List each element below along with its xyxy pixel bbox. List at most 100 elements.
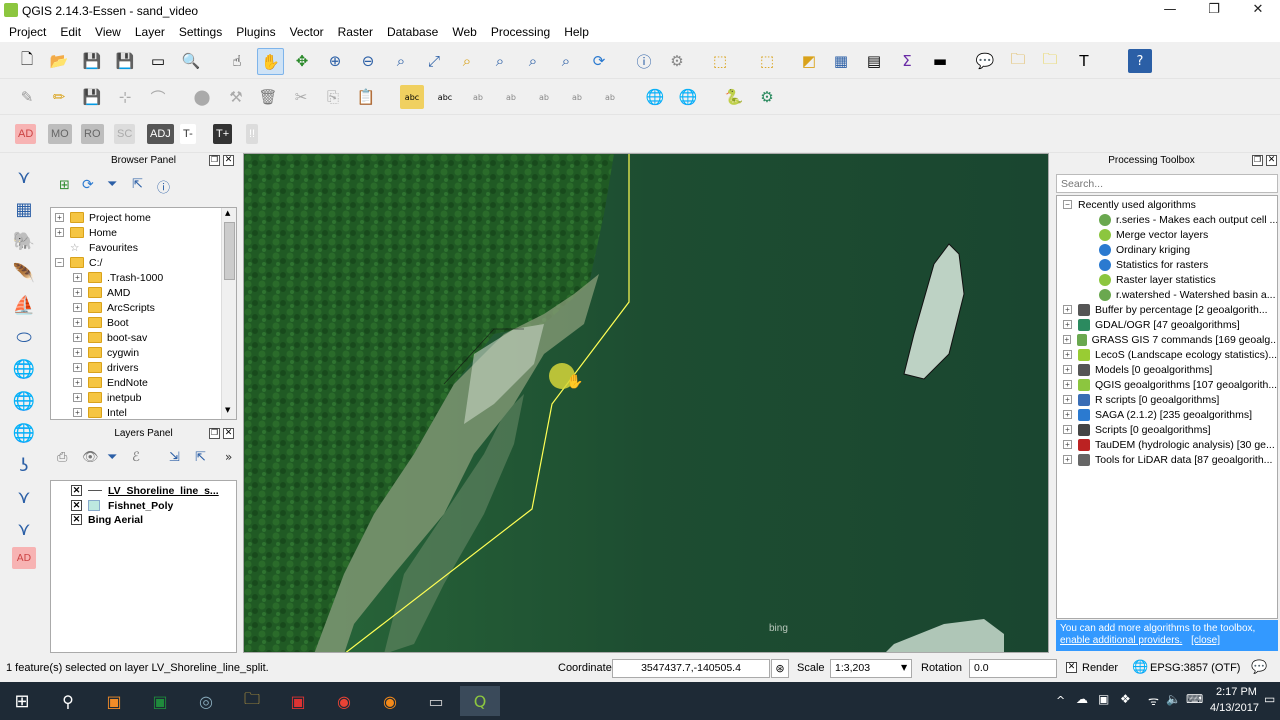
menu-edit[interactable]: Edit — [53, 22, 88, 42]
open-project-icon[interactable]: 📂 — [47, 49, 71, 73]
expand-icon[interactable]: + — [1063, 380, 1072, 389]
recent-algorithm-item[interactable]: r.series - Makes each output cell ... — [1099, 212, 1277, 227]
expand-icon[interactable]: + — [73, 273, 82, 282]
provider-group[interactable]: + R scripts [0 geoalgorithms] — [1063, 392, 1277, 407]
provider-group[interactable]: + GRASS GIS 7 commands [169 geoalg... — [1063, 332, 1277, 347]
browser-scroll-thumb[interactable] — [224, 222, 235, 280]
openlayers-plugin-icon[interactable]: 🌐 — [643, 85, 667, 109]
onedrive-icon[interactable]: ☁ — [1076, 692, 1088, 706]
provider-group[interactable]: + TauDEM (hydrologic analysis) [30 ge... — [1063, 437, 1277, 452]
paste-features-icon[interactable]: 📋 — [354, 85, 378, 109]
processing-close-icon[interactable]: ✕ — [1266, 155, 1277, 166]
start-icon[interactable]: ⊞ — [2, 686, 42, 716]
file-explorer-icon[interactable]: 🗀 — [232, 686, 272, 716]
expand-icon[interactable]: − — [55, 258, 64, 267]
coordinate-field[interactable]: 3547437.7,-140505.4 — [612, 659, 770, 678]
filter-legend-icon[interactable]: ⏷ — [107, 450, 117, 465]
arcgis-taskbar-icon[interactable]: ▣ — [94, 686, 134, 716]
provider-group[interactable]: + Tools for LiDAR data [87 geoalgorith... — [1063, 452, 1277, 467]
collapse-all-icon[interactable]: ⇱ — [132, 177, 143, 192]
menu-raster[interactable]: Raster — [331, 22, 380, 42]
dropbox-icon[interactable]: ❖ — [1120, 692, 1131, 706]
select-features-icon[interactable]: ⬚ — [708, 49, 732, 73]
expand-icon[interactable]: + — [1063, 335, 1071, 344]
highlight-labels-icon[interactable]: ab — [466, 85, 490, 109]
save-as-icon[interactable]: 💾 — [113, 49, 137, 73]
recent-algorithm-item[interactable]: Ordinary kriging — [1099, 242, 1277, 257]
expand-icon[interactable]: + — [73, 408, 82, 417]
pin-labels-icon[interactable]: abc — [433, 85, 457, 109]
new-shapefile-icon[interactable]: ⋎ — [10, 483, 38, 511]
expand-icon[interactable]: + — [1063, 320, 1072, 329]
delete-selected-icon[interactable]: 🗑 — [256, 85, 280, 109]
browser-item[interactable]: + .Trash-1000 — [73, 270, 163, 285]
browser-item[interactable]: + Home — [55, 225, 117, 240]
field-calculator-icon[interactable]: ▤ — [862, 49, 886, 73]
text-annotation-icon[interactable]: T — [1072, 49, 1096, 73]
search-icon[interactable]: ⚲ — [48, 686, 88, 716]
add-selected-layer-icon[interactable]: ⊞ — [59, 178, 70, 193]
layer-row-fishnet[interactable]: ✕ Fishnet_Poly — [71, 498, 173, 513]
expand-icon[interactable]: + — [1063, 365, 1072, 374]
layer-visibility-checkbox[interactable]: ✕ — [71, 514, 82, 525]
expand-icon[interactable]: + — [73, 363, 82, 372]
add-delimited-text-icon[interactable]: ʖ — [10, 451, 38, 479]
change-label-icon[interactable]: ab — [565, 85, 589, 109]
statistics-icon[interactable]: Σ — [895, 49, 919, 73]
wifi-icon[interactable]: ᯤ — [1148, 692, 1159, 709]
crs-globe-icon[interactable]: 🌐 — [1132, 660, 1148, 675]
layer-visibility-checkbox[interactable]: ✕ — [71, 485, 82, 496]
menu-settings[interactable]: Settings — [172, 22, 229, 42]
save-project-icon[interactable]: 💾 — [80, 49, 104, 73]
browser-item[interactable]: + AMD — [73, 285, 130, 300]
copy-features-icon[interactable]: ⎘ — [321, 85, 345, 109]
t-plus-button[interactable]: T+ — [213, 124, 233, 144]
new-project-icon[interactable]: 🗋 — [15, 49, 39, 73]
enable-providers-link[interactable]: enable additional providers. — [1060, 635, 1182, 646]
pan-map-icon[interactable]: ✋ — [257, 48, 284, 75]
map-tips-icon[interactable]: 💬 — [973, 49, 997, 73]
recent-algorithms-group[interactable]: − Recently used algorithms — [1063, 197, 1196, 212]
restore-button[interactable]: ❐ — [1192, 0, 1236, 22]
t-minus-button[interactable]: T- — [180, 124, 196, 144]
layers-close-icon[interactable]: ✕ — [223, 428, 234, 439]
save-edits-icon[interactable]: 💾 — [80, 85, 104, 109]
move-label-icon[interactable]: ab — [499, 85, 523, 109]
menu-plugins[interactable]: Plugins — [229, 22, 282, 42]
pan-to-selection-icon[interactable]: ✥ — [290, 49, 314, 73]
mo-button[interactable]: MO — [48, 124, 72, 144]
current-edits-icon[interactable]: ✎ — [15, 85, 39, 109]
menu-project[interactable]: Project — [2, 22, 53, 42]
browser-item[interactable]: ☆ Favourites — [55, 240, 138, 255]
browser-item[interactable]: + ArcScripts — [73, 300, 155, 315]
acrobat-taskbar-icon[interactable]: ▣ — [278, 686, 318, 716]
chrome-taskbar-icon[interactable]: ◉ — [324, 686, 364, 716]
tray-app-icon[interactable]: ▣ — [1098, 692, 1109, 706]
zoom-to-selection-icon[interactable]: ⌕ — [455, 49, 479, 73]
expand-icon[interactable]: + — [73, 348, 82, 357]
scale-combobox[interactable]: 1:3,203 — [830, 659, 912, 678]
layer-visibility-checkbox[interactable]: ✕ — [71, 500, 82, 511]
zoom-full-icon[interactable]: ⤢ — [422, 49, 446, 73]
cut-features-icon[interactable]: ✂ — [289, 85, 313, 109]
more-tools-icon[interactable]: » — [225, 450, 232, 464]
processing-float-icon[interactable]: ❐ — [1252, 155, 1263, 166]
expand-icon[interactable]: + — [73, 288, 82, 297]
rotation-spinbox[interactable]: 0.0 — [969, 659, 1057, 678]
run-feature-action-icon[interactable]: ⚙ — [665, 49, 689, 73]
map-canvas[interactable]: ✋ bing — [243, 153, 1049, 653]
browser-item[interactable]: + Project home — [55, 210, 151, 225]
provider-group[interactable]: + LecoS (Landscape ecology statistics)... — [1063, 347, 1277, 362]
recent-algorithm-item[interactable]: Raster layer statistics — [1099, 272, 1277, 287]
provider-group[interactable]: + Scripts [0 geoalgorithms] — [1063, 422, 1277, 437]
expand-icon[interactable]: + — [73, 318, 82, 327]
browser-refresh-icon[interactable]: ⟳ — [82, 177, 94, 193]
menu-help[interactable]: Help — [557, 22, 596, 42]
notice-close-link[interactable]: [close] — [1191, 635, 1220, 646]
provider-group[interactable]: + Models [0 geoalgorithms] — [1063, 362, 1277, 377]
browser-filter-icon[interactable]: ⏷ — [107, 177, 117, 192]
recent-algorithm-item[interactable]: r.watershed - Watershed basin a... — [1099, 287, 1277, 302]
browser-item[interactable]: + Intel — [73, 405, 127, 419]
show-hidden-icons-icon[interactable]: ^ — [1056, 694, 1065, 707]
add-spatialite-layer-icon[interactable]: 🪶 — [10, 259, 38, 287]
